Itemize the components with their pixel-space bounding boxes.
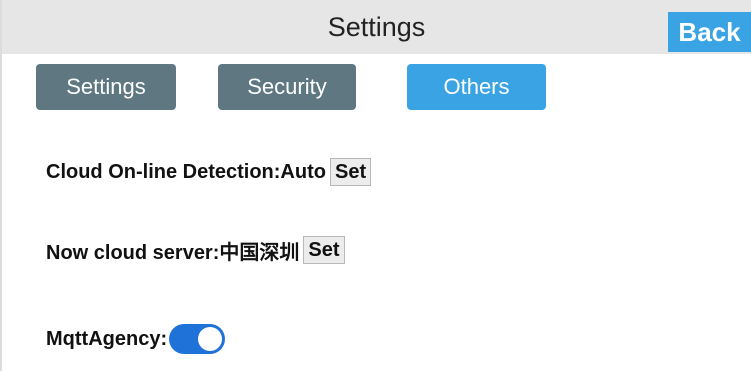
header-bar: Settings Back: [2, 0, 751, 54]
toggle-knob: [198, 327, 223, 351]
cloud-detection-row: Cloud On-line Detection:Auto Set: [46, 157, 372, 187]
cloud-server-set-button[interactable]: Set: [303, 236, 345, 264]
mqtt-label: MqttAgency:: [46, 327, 168, 350]
cloud-detection-set-button[interactable]: Set: [329, 158, 372, 186]
tab-security[interactable]: Security: [218, 64, 356, 110]
mqtt-row: MqttAgency:: [46, 324, 226, 354]
settings-screen: Settings Back Settings Security Others C…: [0, 0, 751, 371]
page-title: Settings: [327, 12, 426, 42]
mqtt-agency-toggle[interactable]: [169, 324, 226, 354]
back-button[interactable]: Back: [668, 12, 751, 52]
cloud-detection-label: Cloud On-line Detection:Auto: [46, 160, 326, 183]
tab-settings[interactable]: Settings: [36, 64, 176, 110]
cloud-server-row: Now cloud server:中国深圳 Set: [46, 235, 345, 265]
cloud-server-label: Now cloud server:中国深圳: [46, 241, 300, 264]
tab-others[interactable]: Others: [407, 64, 546, 110]
